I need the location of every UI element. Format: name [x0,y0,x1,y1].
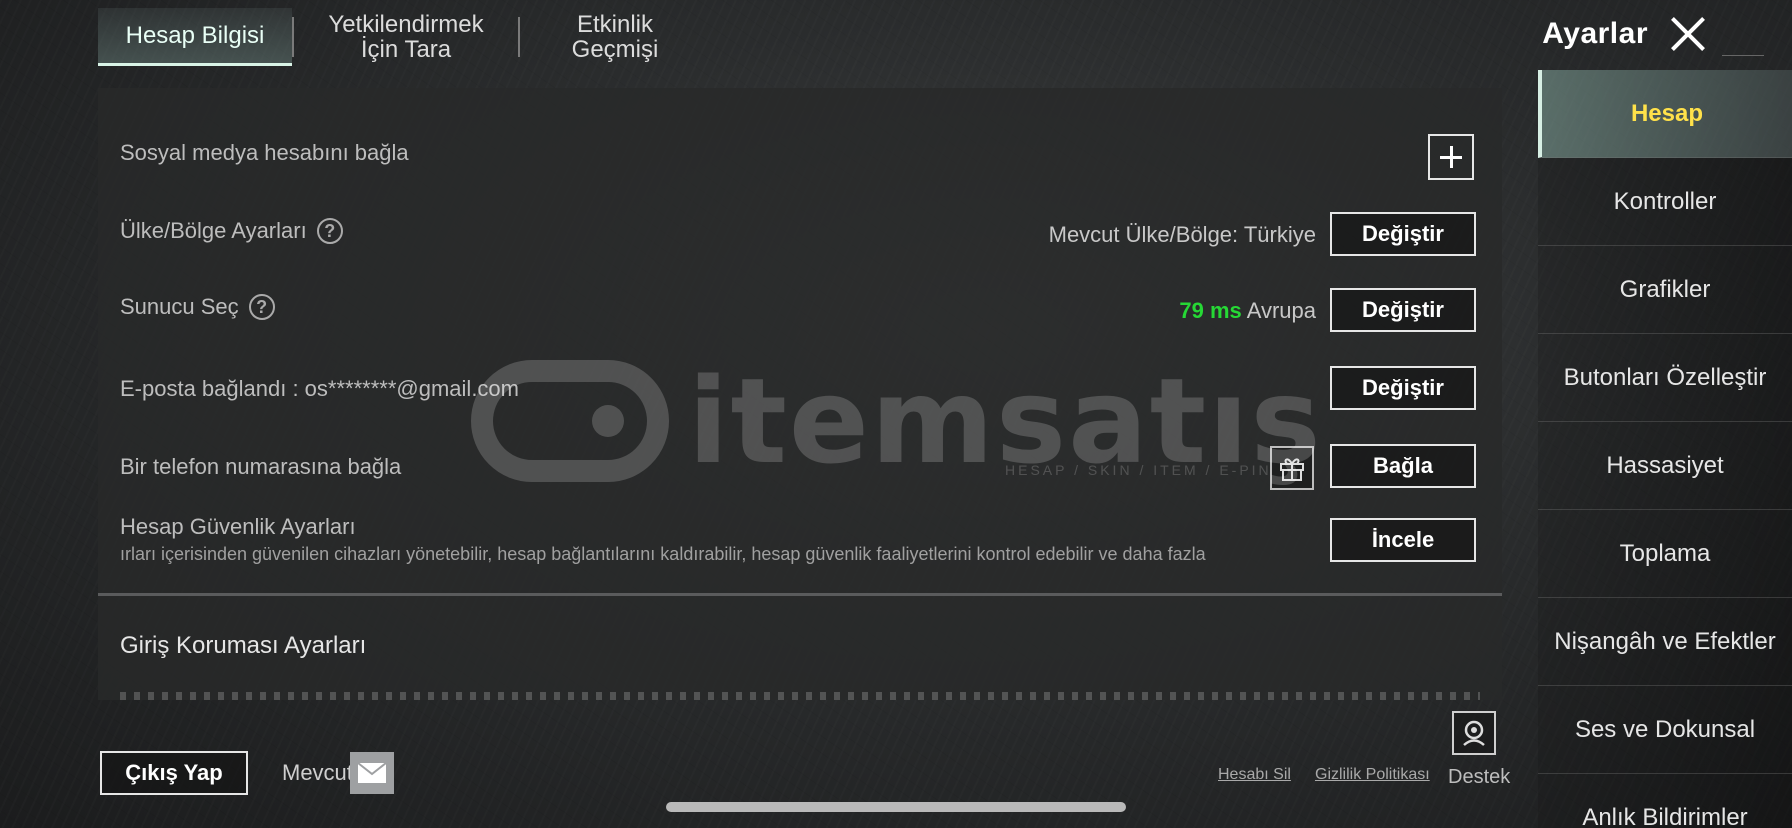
logout-button[interactable]: Çıkış Yap [100,751,248,795]
server-region: Avrupa [1246,298,1316,323]
server-label: Sunucu Seç [120,294,239,319]
gift-icon[interactable] [1270,446,1314,490]
tab-activity-history[interactable]: Etkinlik Geçmişi [520,8,710,66]
region-row: Ülke/Bölge Ayarları ? [120,218,343,244]
header-divider [1722,55,1764,56]
security-row: Hesap Güvenlik Ayarları [120,514,356,540]
privacy-policy-link[interactable]: Gizlilik Politikası [1315,766,1430,784]
change-server-button[interactable]: Değiştir [1330,288,1476,332]
phone-row: Bir telefon numarasına bağla [120,454,401,480]
close-icon[interactable] [1668,14,1708,54]
tab-account-info[interactable]: Hesap Bilgisi [98,8,292,66]
available-label: Mevcut [282,760,353,785]
current-region-text: Mevcut Ülke/Bölge: Türkiye [1048,222,1316,247]
phone-label: Bir telefon numarasına bağla [120,454,402,479]
email-row: E-posta bağlandı : os********@gmail.com [120,376,519,402]
link-phone-button[interactable]: Bağla [1330,444,1476,488]
sidebar-item-controls[interactable]: Kontroller [1538,158,1792,246]
add-social-button[interactable] [1428,134,1474,180]
tab-scan-authorize[interactable]: Yetkilendirmek İçin Tara [294,8,518,66]
social-link-row: Sosyal medya hesabını bağla [120,140,409,166]
server-row: Sunucu Seç ? [120,294,275,320]
header: Ayarlar [1542,14,1708,54]
social-link-label: Sosyal medya hesabını bağla [120,140,409,165]
server-status: 79 ms Avrupa [1179,298,1316,324]
help-icon[interactable]: ? [248,294,275,320]
sidebar-item-customize-buttons[interactable]: Butonları Özelleştir [1538,334,1792,422]
page-title: Ayarlar [1542,17,1648,50]
mail-icon[interactable] [350,752,394,794]
security-description: ırları içerisinden güvenilen cihazları y… [120,544,1206,564]
email-label: E-posta bağlandı : os********@gmail.com [120,376,519,401]
sidebar-item-audio-haptics[interactable]: Ses ve Dokunsal [1538,686,1792,774]
sidebar-item-notifications[interactable]: Anlık Bildirimler [1538,774,1792,828]
help-icon[interactable]: ? [316,218,343,244]
region-label: Ülke/Bölge Ayarları [120,218,307,243]
top-tab-bar: Hesap Bilgisi Yetkilendirmek İçin Tara E… [98,8,710,66]
section-divider [98,593,1502,596]
clipped-row [120,692,1480,700]
account-panel: Sosyal medya hesabını bağla Ülke/Bölge A… [98,88,1502,700]
sidebar-item-graphics[interactable]: Grafikler [1538,246,1792,334]
ping-value: 79 ms [1179,298,1242,323]
review-security-button[interactable]: İncele [1330,518,1476,562]
security-label: Hesap Güvenlik Ayarları [120,514,356,539]
support-label[interactable]: Destek [1448,766,1510,789]
change-email-button[interactable]: Değiştir [1330,366,1476,410]
settings-sidebar: Hesap Kontroller Grafikler Butonları Öze… [1538,70,1792,828]
login-protection-title: Giriş Koruması Ayarları [120,632,367,659]
sidebar-item-account[interactable]: Hesap [1538,70,1792,158]
home-indicator[interactable] [666,802,1126,812]
sidebar-item-scope-effects[interactable]: Nişangâh ve Efektler [1538,598,1792,686]
delete-account-link[interactable]: Hesabı Sil [1218,766,1291,784]
sidebar-item-sensitivity[interactable]: Hassasiyet [1538,422,1792,510]
sidebar-item-pickup[interactable]: Toplama [1538,510,1792,598]
change-region-button[interactable]: Değiştir [1330,212,1476,256]
support-icon[interactable] [1452,711,1496,755]
